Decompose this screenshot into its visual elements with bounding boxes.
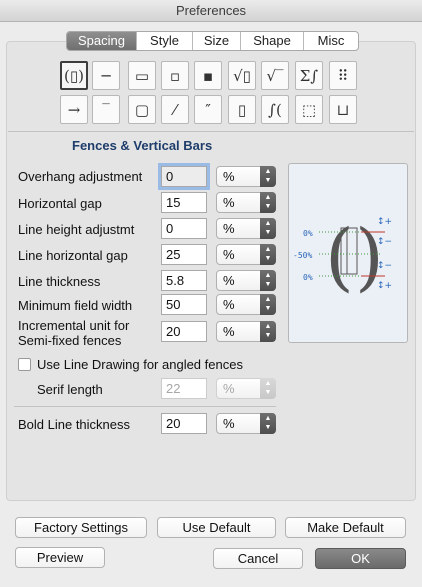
- tab-size[interactable]: Size: [193, 32, 241, 50]
- horizontal-gap-unit-value: %: [223, 195, 235, 210]
- bold-line-unit-value: %: [223, 416, 235, 431]
- line-height-unit-value: %: [223, 221, 235, 236]
- incremental-unit-label: Incremental unit for: [18, 318, 130, 333]
- serif-length-unit-value: %: [223, 381, 235, 396]
- overhang-unit-value: %: [223, 169, 235, 184]
- serif-length-input[interactable]: 22: [161, 378, 207, 399]
- dotted-box-icon[interactable]: ⬚: [295, 95, 323, 124]
- line-thickness-unit-select[interactable]: % ▲ ▼: [216, 270, 276, 291]
- stepper-arrows-icon: ▲ ▼: [260, 270, 276, 291]
- fence-parentheses-icon[interactable]: (▯): [60, 61, 88, 90]
- stepper-arrows-icon: ▲ ▼: [260, 218, 276, 239]
- line-drawing-label: Use Line Drawing for angled fences: [37, 357, 243, 372]
- stepper-arrows-icon: ▲ ▼: [260, 294, 276, 315]
- minus-marker-icon: ↕−: [377, 261, 392, 271]
- tall-box-icon[interactable]: ▯: [228, 95, 256, 124]
- stepper-arrows-icon: ▲ ▼: [260, 413, 276, 434]
- line-thickness-input[interactable]: 5.8: [161, 270, 207, 291]
- tab-style[interactable]: Style: [137, 32, 193, 50]
- bold-line-input[interactable]: 20: [161, 413, 207, 434]
- window-title: Preferences: [0, 0, 422, 22]
- semi-fixed-label: Semi-fixed fences: [18, 333, 122, 348]
- min-field-width-label: Minimum field width: [18, 298, 133, 313]
- factory-settings-button[interactable]: Factory Settings: [15, 517, 147, 538]
- make-default-button[interactable]: Make Default: [285, 517, 406, 538]
- line-hgap-input[interactable]: 25: [161, 244, 207, 265]
- stacked-box-icon[interactable]: ▭: [128, 61, 156, 90]
- section-title: Fences & Vertical Bars: [72, 138, 213, 153]
- bold-line-unit-select[interactable]: % ▲ ▼: [216, 413, 276, 434]
- plus-marker-icon: ↕+: [377, 281, 392, 291]
- stepper-arrows-icon: ▲ ▼: [260, 378, 276, 399]
- matrix-icon[interactable]: ⠿: [329, 61, 357, 90]
- preview-button[interactable]: Preview: [15, 547, 105, 568]
- line-height-label: Line height adjustmt: [18, 222, 135, 237]
- prime-icon[interactable]: ″: [194, 95, 222, 124]
- left-paren-glyph: (: [325, 214, 354, 300]
- line-height-unit-select[interactable]: % ▲ ▼: [216, 218, 276, 239]
- horizontal-gap-label: Horizontal gap: [18, 196, 102, 211]
- stepper-arrows-icon: ▲ ▼: [260, 244, 276, 265]
- minus-marker-icon: ↕−: [377, 237, 392, 247]
- min-field-width-unit-select[interactable]: % ▲ ▼: [216, 294, 276, 315]
- min-field-width-unit-value: %: [223, 297, 235, 312]
- stepper-arrows-icon: ▲ ▼: [260, 166, 276, 187]
- square-root-icon[interactable]: √▯: [228, 61, 256, 90]
- min-field-width-input[interactable]: 50: [161, 294, 207, 315]
- fraction-icon[interactable]: ─: [92, 61, 120, 90]
- integral-icon[interactable]: ∫(: [261, 95, 289, 124]
- tab-misc[interactable]: Misc: [304, 32, 358, 50]
- toolbar-divider: [8, 131, 414, 132]
- sum-integral-icon[interactable]: Σ∫: [295, 61, 323, 90]
- line-hgap-unit-value: %: [223, 247, 235, 262]
- fence-preview-drawing: ( ) 0% -50% 0% ↕+ ↕− ↕− ↕+: [293, 214, 392, 300]
- line-hgap-label: Line horizontal gap: [18, 248, 128, 263]
- use-default-button[interactable]: Use Default: [157, 517, 276, 538]
- stepper-arrows-icon: ▲ ▼: [260, 321, 276, 342]
- tab-bar: Spacing Style Size Shape Misc: [66, 31, 359, 51]
- incremental-unit-value: %: [223, 324, 235, 339]
- line-thickness-unit-value: %: [223, 273, 235, 288]
- preview-mid-label: -50%: [293, 251, 312, 260]
- bold-divider: [14, 406, 276, 407]
- arrow-over-icon[interactable]: →: [60, 95, 88, 124]
- ok-button[interactable]: OK: [315, 548, 406, 569]
- fence-preview: ( ) 0% -50% 0% ↕+ ↕− ↕− ↕+: [288, 163, 408, 343]
- radical-icon[interactable]: √‾: [261, 61, 289, 90]
- line-thickness-label: Line thickness: [18, 274, 101, 289]
- overhang-input[interactable]: 0: [161, 166, 207, 187]
- overbar-icon[interactable]: ‾: [92, 95, 120, 124]
- stepper-arrows-icon: ▲ ▼: [260, 192, 276, 213]
- strikeout-icon[interactable]: ⁄: [161, 95, 189, 124]
- overhang-label: Overhang adjustment: [18, 169, 143, 184]
- preview-top-label: 0%: [303, 229, 313, 238]
- preview-bottom-label: 0%: [303, 273, 313, 282]
- tab-spacing[interactable]: Spacing: [67, 32, 137, 50]
- subscript-superscript-icon[interactable]: ▫: [161, 61, 189, 90]
- horizontal-gap-input[interactable]: 15: [161, 192, 207, 213]
- line-hgap-unit-select[interactable]: % ▲ ▼: [216, 244, 276, 265]
- cancel-button[interactable]: Cancel: [213, 548, 303, 569]
- overhang-unit-select[interactable]: % ▲ ▼: [216, 166, 276, 187]
- tab-shape[interactable]: Shape: [241, 32, 304, 50]
- horizontal-gap-unit-select[interactable]: % ▲ ▼: [216, 192, 276, 213]
- bracket-icon[interactable]: ⊔: [329, 95, 357, 124]
- serif-length-unit-select[interactable]: % ▲ ▼: [216, 378, 276, 399]
- box-frame-icon[interactable]: ▢: [128, 95, 156, 124]
- incremental-unit-select[interactable]: % ▲ ▼: [216, 321, 276, 342]
- incremental-unit-input[interactable]: 20: [161, 321, 207, 342]
- line-drawing-checkbox[interactable]: [18, 358, 31, 371]
- plus-marker-icon: ↕+: [377, 217, 392, 227]
- bold-line-label: Bold Line thickness: [18, 417, 131, 432]
- serif-length-label: Serif length: [37, 382, 103, 397]
- line-height-input[interactable]: 0: [161, 218, 207, 239]
- script-box-icon[interactable]: ▪: [194, 61, 222, 90]
